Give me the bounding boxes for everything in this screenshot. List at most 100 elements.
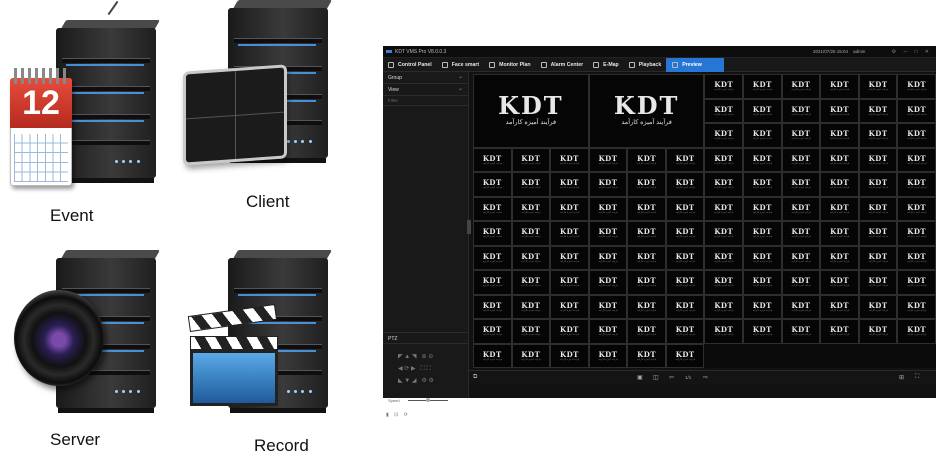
video-tile[interactable]: KDT فرآیند آمیزه کارآمد bbox=[897, 221, 936, 246]
video-tile[interactable]: KDT فرآیند آمیزه کارآمد bbox=[897, 245, 936, 270]
video-tile[interactable]: KDT فرآیند آمیزه کارآمد bbox=[665, 294, 705, 319]
video-tile[interactable]: KDT فرآیند آمیزه کارآمد bbox=[858, 196, 898, 221]
video-tile[interactable]: KDT فرآیند آمیزه کارآمد bbox=[743, 172, 782, 197]
video-tile[interactable]: KDT فرآیند آمیزه کارآمد bbox=[511, 221, 551, 246]
video-tile[interactable]: KDT فرآیند آمیزه کارآمد bbox=[743, 245, 782, 270]
video-tile[interactable]: KDT فرآیند آمیزه کارآمد bbox=[588, 245, 628, 270]
video-tile[interactable]: KDT فرآیند آمیزه کارآمد bbox=[588, 147, 628, 172]
video-tile[interactable]: KDT فرآیند آمیزه کارآمد bbox=[473, 294, 512, 319]
video-tile[interactable]: KDT فرآیند آمیزه کارآمد bbox=[704, 245, 744, 270]
video-tile[interactable]: KDT فرآیند آمیزه کارآمد bbox=[704, 147, 744, 172]
video-tile[interactable]: KDT فرآیند آمیزه کارآمد bbox=[588, 270, 628, 295]
video-tile[interactable]: KDT فرآیند آمیزه کارآمد bbox=[550, 221, 589, 246]
video-tile[interactable]: KDT فرآیند آمیزه کارآمد bbox=[665, 270, 705, 295]
tab-preview[interactable]: Preview bbox=[666, 58, 724, 72]
video-tile[interactable]: KDT فرآیند آمیزه کارآمد bbox=[704, 319, 744, 344]
record-all-icon[interactable]: ◫ bbox=[653, 374, 659, 381]
video-tile[interactable]: KDT فرآیند آمیزه کارآمد bbox=[588, 172, 628, 197]
video-tile[interactable]: KDT فرآیند آمیزه کارآمد bbox=[588, 319, 628, 344]
video-tile[interactable]: KDT فرآیند آمیزه کارآمد bbox=[511, 196, 551, 221]
video-tile[interactable]: KDT فرآیند آمیزه کارآمد bbox=[820, 270, 859, 295]
video-tile[interactable]: KDT فرآیند آمیزه کارآمد bbox=[627, 245, 666, 270]
speed-knob[interactable] bbox=[426, 398, 430, 402]
video-tile[interactable]: KDT فرآیند آمیزه کارآمد bbox=[858, 294, 898, 319]
video-tile[interactable]: KDT فرآیند آمیزه کارآمد bbox=[665, 319, 705, 344]
video-tile[interactable]: KDT فرآیند آمیزه کارآمد bbox=[511, 147, 551, 172]
video-tile[interactable]: KDT فرآیند آمیزه کارآمد bbox=[858, 245, 898, 270]
video-tile[interactable]: KDT فرآیند آمیزه کارآمد bbox=[820, 245, 859, 270]
video-tile[interactable]: KDT فرآیند آمیزه کارآمد bbox=[743, 319, 782, 344]
video-tile[interactable]: KDT فرآیند آمیزه کارآمد bbox=[550, 343, 589, 368]
video-tile[interactable]: KDT فرآیند آمیزه کارآمد bbox=[858, 98, 898, 123]
video-tile[interactable]: KDT فرآیند آمیزه کارآمد bbox=[704, 123, 744, 148]
video-tile[interactable]: KDT فرآیند آمیزه کارآمد bbox=[781, 98, 821, 123]
video-tile[interactable]: KDT فرآیند آمیزه کارآمد bbox=[858, 123, 898, 148]
group-header[interactable]: Group bbox=[383, 71, 468, 84]
video-tile[interactable]: KDT فرآیند آمیزه کارآمد bbox=[743, 147, 782, 172]
video-tile[interactable]: KDT فرآیند آمیزه کارآمد bbox=[704, 294, 744, 319]
video-tile[interactable]: KDT فرآیند آمیزه کارآمد bbox=[550, 147, 589, 172]
tab-control-panel[interactable]: Control Panel bbox=[383, 58, 437, 72]
video-tile[interactable]: KDT فرآیند آمیزه کارآمد bbox=[781, 123, 821, 148]
video-tile[interactable]: KDT فرآیند آمیزه کارآمد bbox=[743, 98, 782, 123]
next-page-icon[interactable]: ⇨ bbox=[703, 374, 708, 381]
video-tile[interactable]: KDT فرآیند آمیزه کارآمد bbox=[473, 343, 512, 368]
video-tile[interactable]: KDT فرآیند آمیزه کارآمد bbox=[665, 221, 705, 246]
video-tile[interactable]: KDT فرآیند آمیزه کارآمد bbox=[820, 147, 859, 172]
video-tile[interactable]: KDT فرآیند آمیزه کارآمد bbox=[781, 147, 821, 172]
video-tile[interactable]: KDT فرآیند آمیزه کارآمد bbox=[665, 343, 705, 368]
tab-playback[interactable]: Playback bbox=[624, 58, 667, 72]
video-tile[interactable]: KDT فرآیند آمیزه کارآمد bbox=[473, 245, 512, 270]
video-tile[interactable]: KDT فرآیند آمیزه کارآمد bbox=[858, 319, 898, 344]
video-tile[interactable]: KDT فرآیند آمیزه کارآمد bbox=[550, 270, 589, 295]
video-tile[interactable]: KDT فرآیند آمیزه کارآمد bbox=[704, 221, 744, 246]
video-tile[interactable]: KDT فرآیند آمیزه کارآمد bbox=[781, 221, 821, 246]
video-tile-large[interactable]: KDT فرآیند آمیزه کارآمد bbox=[473, 74, 589, 148]
video-tile[interactable]: KDT فرآیند آمیزه کارآمد bbox=[858, 270, 898, 295]
video-tile[interactable]: KDT فرآیند آمیزه کارآمد bbox=[665, 172, 705, 197]
video-tile[interactable]: KDT فرآیند آمیزه کارآمد bbox=[704, 172, 744, 197]
video-tile[interactable]: KDT فرآیند آمیزه کارآمد bbox=[820, 196, 859, 221]
video-tile[interactable]: KDT فرآیند آمیزه کارآمد bbox=[743, 270, 782, 295]
video-tile[interactable]: KDT فرآیند آمیزه کارآمد bbox=[627, 319, 666, 344]
ptz-header[interactable]: PTZ bbox=[383, 332, 469, 344]
filter-input[interactable]: Filter bbox=[383, 96, 468, 106]
tab-face-smart[interactable]: Face smart bbox=[437, 58, 484, 72]
video-tile-large[interactable]: KDT فرآیند آمیزه کارآمد bbox=[588, 74, 705, 148]
video-tile[interactable]: KDT فرآیند آمیزه کارآمد bbox=[743, 196, 782, 221]
video-tile[interactable]: KDT فرآیند آمیزه کارآمد bbox=[550, 196, 589, 221]
ptz-control-pad[interactable]: ◤ ▲ ◥ ⊕ ⊖ ◀ ⟳ ▶ ⛶ ⛶ ◣ ▼ ◢ ⚙ ⚙ bbox=[398, 351, 458, 387]
video-tile[interactable]: KDT فرآیند آمیزه کارآمد bbox=[473, 221, 512, 246]
video-tile[interactable]: KDT فرآیند آمیزه کارآمد bbox=[858, 74, 898, 99]
video-tile[interactable]: KDT فرآیند آمیزه کارآمد bbox=[473, 196, 512, 221]
video-tile[interactable]: KDT فرآیند آمیزه کارآمد bbox=[897, 319, 936, 344]
snapshot-icon[interactable]: ▣ bbox=[637, 374, 643, 381]
video-tile[interactable]: KDT فرآیند آمیزه کارآمد bbox=[781, 294, 821, 319]
video-tile[interactable]: KDT فرآیند آمیزه کارآمد bbox=[511, 319, 551, 344]
video-tile[interactable]: KDT فرآیند آمیزه کارآمد bbox=[550, 319, 589, 344]
tab-alarm-center[interactable]: Alarm Center bbox=[536, 58, 589, 72]
video-tile[interactable]: KDT فرآیند آمیزه کارآمد bbox=[897, 294, 936, 319]
tab-e-map[interactable]: E-Map bbox=[588, 58, 624, 72]
fullscreen-icon[interactable]: ⛶ bbox=[915, 374, 919, 381]
window-controls[interactable]: ⚙ ─ □ ✕ bbox=[892, 49, 932, 55]
view-header[interactable]: View bbox=[383, 83, 468, 96]
layout-toggle-icon[interactable]: ⧉ bbox=[473, 374, 477, 381]
video-tile[interactable]: KDT فرآیند آمیزه کارآمد bbox=[781, 196, 821, 221]
video-tile[interactable]: KDT فرآیند آمیزه کارآمد bbox=[588, 294, 628, 319]
video-tile[interactable]: KDT فرآیند آمیزه کارآمد bbox=[743, 294, 782, 319]
ptz-speed-slider[interactable]: Speed bbox=[388, 398, 464, 404]
video-tile[interactable]: KDT فرآیند آمیزه کارآمد bbox=[588, 343, 628, 368]
video-tile[interactable]: KDT فرآیند آمیزه کارآمد bbox=[550, 245, 589, 270]
video-tile[interactable]: KDT فرآیند آمیزه کارآمد bbox=[897, 74, 936, 99]
video-tile[interactable]: KDT فرآیند آمیزه کارآمد bbox=[897, 147, 936, 172]
video-tile[interactable]: KDT فرآیند آمیزه کارآمد bbox=[704, 74, 744, 99]
video-tile[interactable]: KDT فرآیند آمیزه کارآمد bbox=[511, 245, 551, 270]
video-tile[interactable]: KDT فرآیند آمیزه کارآمد bbox=[627, 343, 666, 368]
video-tile[interactable]: KDT فرآیند آمیزه کارآمد bbox=[627, 196, 666, 221]
video-tile[interactable]: KDT فرآیند آمیزه کارآمد bbox=[473, 147, 512, 172]
video-tile[interactable]: KDT فرآیند آمیزه کارآمد bbox=[627, 172, 666, 197]
video-tile[interactable]: KDT فرآیند آمیزه کارآمد bbox=[897, 172, 936, 197]
video-tile[interactable]: KDT فرآیند آمیزه کارآمد bbox=[473, 319, 512, 344]
video-tile[interactable]: KDT فرآیند آمیزه کارآمد bbox=[704, 270, 744, 295]
